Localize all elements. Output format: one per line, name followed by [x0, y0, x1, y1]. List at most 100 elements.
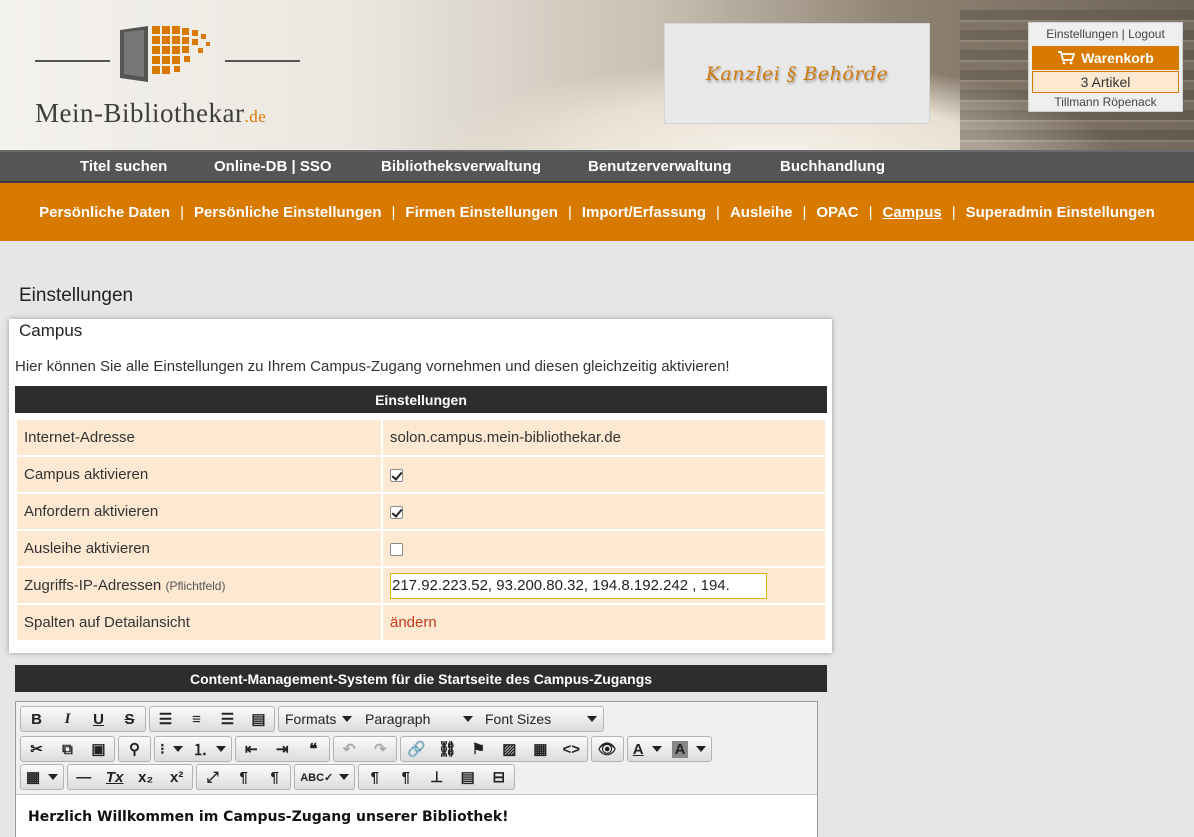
align-justify-icon[interactable]: ▤ — [243, 707, 274, 731]
request-active-label: Anfordern aktivieren — [17, 494, 381, 529]
chevron-down-icon — [48, 774, 59, 780]
horizontal-rule-icon[interactable]: — — [68, 765, 99, 789]
paragraph-dropdown[interactable]: Paragraph — [359, 707, 479, 731]
image-icon[interactable]: ▨ — [494, 737, 525, 761]
background-color-icon[interactable]: A — [667, 737, 712, 761]
subnav-import-erfassung[interactable]: Import/Erfassung — [582, 204, 706, 221]
text-color-icon[interactable]: A — [628, 737, 667, 761]
subscript-icon[interactable]: x₂ — [130, 765, 161, 789]
lending-active-checkbox[interactable] — [390, 542, 403, 556]
align-center-icon[interactable]: ≡ — [181, 707, 212, 731]
table-row: Internet-Adresse solon.campus.mein-bibli… — [17, 420, 825, 455]
subnav-firmen-einstellungen[interactable]: Firmen Einstellungen — [405, 204, 558, 221]
toolbar-group-spell: ABC✓ — [294, 764, 356, 790]
table-icon[interactable]: ▦ — [21, 765, 63, 789]
copy-icon[interactable]: ⧉ — [52, 737, 83, 761]
toolbar-group-formats: Formats Paragraph Font Sizes — [278, 706, 604, 732]
unlink-icon[interactable]: ⛓ — [432, 737, 463, 761]
cart-button[interactable]: Warenkorb — [1032, 46, 1179, 70]
underline-button[interactable]: U — [83, 707, 114, 731]
toolbar-group-view: ⤢ ¶ ¶ — [196, 764, 292, 790]
bullet-list-icon[interactable]: ⁝ — [155, 737, 188, 761]
nav-titel-suchen[interactable]: Titel suchen — [80, 158, 167, 175]
detail-columns-change-link[interactable]: ändern — [390, 614, 437, 631]
find-replace-icon[interactable]: ⚲ — [119, 737, 150, 761]
bold-button[interactable]: B — [21, 707, 52, 731]
formats-dropdown[interactable]: Formats — [279, 707, 359, 731]
cart-label: Warenkorb — [1081, 50, 1154, 66]
internet-address-value: solon.campus.mein-bibliothekar.de — [383, 420, 825, 455]
redo-icon[interactable]: ↷ — [365, 737, 396, 761]
nav-bibliotheksverwaltung[interactable]: Bibliotheksverwaltung — [381, 158, 541, 175]
ip-addresses-label: Zugriffs-IP-Adressen (Pflichtfeld) — [17, 568, 381, 603]
subnav-separator: | — [180, 203, 184, 221]
toolbar-row-1: B I U S ☰ ≡ ☰ ▤ Formats Paragraph Font S… — [20, 706, 604, 733]
numbered-list-icon[interactable]: ⒈ — [188, 737, 231, 761]
spellcheck-icon[interactable]: ABC✓ — [295, 765, 354, 789]
indent-icon[interactable]: ⇥ — [267, 737, 298, 761]
header-banner: Mein-Bibliothekar.de Kanzlei § Behörde E… — [0, 0, 1194, 150]
undo-icon[interactable]: ↶ — [334, 737, 365, 761]
editor-content-area[interactable]: Herzlich Willkommen im Campus-Zugang uns… — [16, 794, 817, 837]
fullscreen-icon[interactable]: ⤢ — [197, 765, 228, 789]
link-icon[interactable]: 🔗 — [401, 737, 432, 761]
logout-link[interactable]: Logout — [1128, 27, 1165, 41]
anchor-icon[interactable]: ⚑ — [463, 737, 494, 761]
align-left-icon[interactable]: ☰ — [150, 707, 181, 731]
clear-formatting-icon[interactable]: Tx — [99, 765, 130, 789]
subnav-separator: | — [802, 203, 807, 221]
subnav-persoenliche-einstellungen[interactable]: Persönliche Einstellungen — [194, 204, 382, 221]
subnav-ausleihe[interactable]: Ausleihe — [730, 204, 793, 221]
toolbar-group-search: ⚲ — [118, 736, 151, 762]
table-row: Anfordern aktivieren — [17, 494, 825, 529]
cart-count[interactable]: 3 Artikel — [1032, 71, 1179, 93]
toolbar-group-text-style: B I U S — [20, 706, 146, 732]
settings-link[interactable]: Einstellungen — [1046, 27, 1118, 41]
toolbar-group-table: ▦ — [20, 764, 65, 790]
toolbar-group-lists: ⁝ ⒈ — [154, 736, 232, 762]
superscript-icon[interactable]: x² — [161, 765, 192, 789]
code-icon[interactable]: <> — [556, 737, 587, 761]
insert-icon[interactable]: ⊥ — [421, 765, 452, 789]
brand-logo-text[interactable]: Mein-Bibliothekar.de — [35, 98, 266, 129]
nav-online-db-sso[interactable]: Online-DB | SSO — [214, 158, 332, 175]
user-links: Einstellungen | Logout — [1029, 27, 1182, 41]
book-logo-icon[interactable] — [118, 22, 218, 84]
cut-icon[interactable]: ✂ — [21, 737, 52, 761]
strikethrough-button[interactable]: S — [114, 707, 145, 731]
cms-section-header: Content-Management-System für die Starts… — [15, 665, 827, 692]
font-sizes-dropdown[interactable]: Font Sizes — [479, 707, 603, 731]
subnav-opac[interactable]: OPAC — [816, 204, 858, 221]
chevron-down-icon — [339, 774, 350, 780]
outdent-icon[interactable]: ⇤ — [236, 737, 267, 761]
campus-active-checkbox[interactable] — [390, 468, 403, 482]
subnav-persoenliche-daten[interactable]: Persönliche Daten — [39, 204, 170, 221]
italic-button[interactable]: I — [52, 707, 83, 731]
blockquote-icon[interactable]: ❝ — [298, 737, 329, 761]
nav-benutzerverwaltung[interactable]: Benutzerverwaltung — [588, 158, 731, 175]
rtl-icon[interactable]: ¶ — [259, 765, 290, 789]
align-right-icon[interactable]: ☰ — [212, 707, 243, 731]
subnav-superadmin-einstellungen[interactable]: Superadmin Einstellungen — [966, 204, 1155, 221]
ltr-icon[interactable]: ¶ — [228, 765, 259, 789]
chevron-down-icon — [342, 716, 353, 722]
toolbar-row-3: ▦ — Tx x₂ x² ⤢ ¶ ¶ ABC✓ ¶ ¶ ⊥ ▤ ⊟ — [20, 764, 516, 791]
ad-banner[interactable]: Kanzlei § Behörde — [664, 23, 930, 124]
main-navigation: Titel suchen Online-DB | SSO Bibliotheks… — [0, 150, 1194, 183]
subnav-campus[interactable]: Campus — [883, 204, 942, 221]
paste-icon[interactable]: ▣ — [83, 737, 114, 761]
toolbar-row-2: ✂ ⧉ ▣ ⚲ ⁝ ⒈ ⇤ ⇥ ❝ ↶ ↷ 🔗 ⛓ ⚑ ▨ ▦ <> 👁 A A — [20, 736, 713, 763]
template-icon[interactable]: ▤ — [452, 765, 483, 789]
media-icon[interactable]: ▦ — [525, 737, 556, 761]
rich-text-editor: B I U S ☰ ≡ ☰ ▤ Formats Paragraph Font S… — [15, 701, 818, 837]
internet-address-label: Internet-Adresse — [17, 420, 381, 455]
request-active-checkbox[interactable] — [390, 505, 403, 519]
ip-addresses-input[interactable]: 217.92.223.52, 93.200.80.32, 194.8.192.2… — [390, 572, 767, 599]
nonbreaking-icon[interactable]: ¶ — [390, 765, 421, 789]
visual-chars-icon[interactable]: ¶ — [359, 765, 390, 789]
page-break-icon[interactable]: ⊟ — [483, 765, 514, 789]
nav-buchhandlung[interactable]: Buchhandlung — [780, 158, 885, 175]
shopping-cart-icon — [1058, 51, 1076, 65]
preview-eye-icon[interactable]: 👁 — [592, 737, 623, 761]
toolbar-group-align: ☰ ≡ ☰ ▤ — [149, 706, 275, 732]
